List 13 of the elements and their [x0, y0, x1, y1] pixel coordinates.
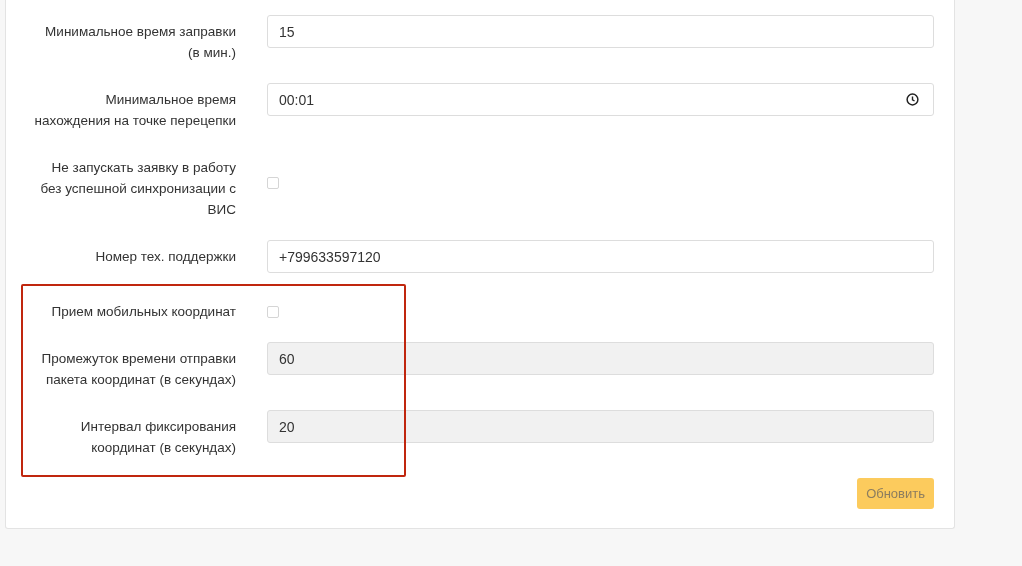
field-label: Минимальное время заправки (в мин.)	[44, 23, 236, 62]
field-label: Промежуток времени отправки пакета координат (в секундах)	[40, 350, 236, 389]
field-label: Интервал фиксирования координат (в секундах)	[79, 418, 236, 457]
checkbox[interactable]	[267, 306, 279, 318]
checkbox[interactable]	[267, 177, 279, 189]
field-label: Прием мобильных координат	[51, 303, 236, 321]
clock-icon[interactable]	[906, 93, 919, 106]
field-label: Номер тех. поддержки	[95, 248, 236, 266]
text-field[interactable]: 15	[267, 15, 934, 48]
field-label: Минимальное время нахождения на точке перецепки	[33, 91, 236, 130]
text-field[interactable]: +799633597120	[267, 240, 934, 273]
field-label: Не запускать заявку в работу без успешной синхронизации с ВИС	[39, 159, 236, 219]
time-field[interactable]: 00:01	[267, 83, 934, 116]
